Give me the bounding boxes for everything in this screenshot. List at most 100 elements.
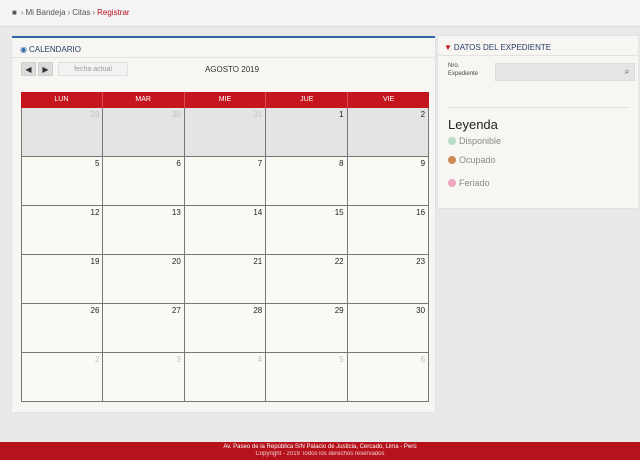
day-cell[interactable]: 30 — [346, 304, 430, 352]
week-row: 12 13 14 15 16 — [21, 206, 430, 255]
day-cell[interactable]: 7 — [183, 157, 266, 205]
day-number: 5 — [94, 159, 100, 168]
day-number: 3 — [176, 355, 181, 364]
legend-label: Ocupado — [459, 155, 496, 165]
calendar-grid: LUN MAR MIE JUE VIE 29 30 31 1 2 5 6 7 8… — [21, 92, 430, 402]
day-number: 13 — [171, 208, 181, 217]
day-cell[interactable]: 4 — [183, 353, 266, 401]
legend-label: Feriado — [459, 178, 490, 188]
next-month-button[interactable]: ▶ — [38, 62, 53, 76]
day-cell[interactable]: 5 — [265, 353, 347, 401]
breadcrumb-separator: › — [92, 8, 96, 17]
breadcrumb-separator: › — [67, 8, 71, 17]
breadcrumb-separator: › — [20, 8, 24, 17]
calendar-title: CALENDARIO — [28, 45, 81, 54]
day-cell[interactable]: 14 — [183, 206, 266, 254]
day-cell[interactable]: 26 — [21, 304, 103, 352]
day-cell[interactable]: 19 — [21, 255, 103, 303]
legend-item-feriado: Feriado — [448, 178, 490, 188]
expediente-number-input[interactable]: ⌕ — [495, 63, 635, 81]
week-row: 19 20 21 22 23 — [21, 255, 430, 304]
expediente-title: DATOS DEL EXPEDIENTE — [453, 43, 552, 52]
weekday-fri: VIE — [382, 96, 395, 103]
day-cell[interactable]: 12 — [21, 206, 103, 254]
day-cell[interactable]: 15 — [265, 206, 347, 254]
weekday-mon: LUN — [21, 92, 103, 108]
available-dot-icon — [448, 137, 456, 145]
day-cell[interactable]: 5 — [21, 157, 103, 205]
day-cell[interactable]: 21 — [183, 255, 266, 303]
calendar-panel: ◉ CALENDARIO ◀ ▶ fecha actual AGOSTO 2019… — [12, 36, 435, 412]
day-cell[interactable]: 20 — [102, 255, 184, 303]
filter-icon: ▼ — [444, 43, 452, 52]
day-number: 30 — [171, 110, 181, 119]
day-number: 2 — [420, 110, 426, 119]
day-number: 22 — [334, 257, 344, 266]
day-number: 7 — [257, 159, 263, 168]
day-number: 26 — [90, 306, 100, 315]
legend-item-ocupado: Ocupado — [448, 155, 496, 165]
day-cell[interactable]: 27 — [102, 304, 184, 352]
day-number: 16 — [416, 208, 426, 217]
breadcrumb-item-citas[interactable]: Citas — [72, 8, 90, 17]
day-number: 12 — [90, 208, 100, 217]
day-number: 15 — [334, 208, 344, 217]
divider — [448, 107, 630, 108]
day-cell[interactable]: 13 — [102, 206, 184, 254]
day-cell[interactable]: 29 — [265, 304, 347, 352]
expediente-field-label-line1: Nro. — [448, 63, 460, 69]
footer-copyright: Copyright - 2019 Todos los derechos rese… — [255, 451, 385, 457]
day-number: 27 — [171, 306, 181, 315]
footer: Av. Paseo de la República S/N Palacio de… — [0, 442, 640, 460]
holiday-dot-icon — [448, 179, 456, 187]
legend-title: Leyenda — [448, 117, 498, 132]
day-number: 14 — [253, 208, 263, 217]
day-cell[interactable]: 9 — [346, 157, 430, 205]
weekday-tue: MAR — [103, 92, 185, 108]
week-row: 29 30 31 1 2 — [21, 108, 430, 157]
legend-item-disponible: Disponible — [448, 136, 501, 146]
day-cell[interactable]: 23 — [346, 255, 430, 303]
day-number: 5 — [339, 355, 344, 364]
search-icon[interactable]: ⌕ — [620, 64, 634, 80]
expediente-field-label-line2: Expediente — [448, 71, 479, 77]
day-number: 23 — [416, 257, 426, 266]
top-bar: ■ › Mi Bandeja › Citas › Registrar — [0, 0, 640, 27]
home-icon[interactable]: ■ — [12, 8, 17, 17]
day-cell[interactable]: 1 — [265, 108, 347, 156]
day-cell[interactable]: 29 — [21, 108, 103, 156]
day-number: 4 — [257, 355, 263, 364]
breadcrumb: ■ › Mi Bandeja › Citas › Registrar — [12, 8, 130, 17]
day-cell[interactable]: 16 — [346, 206, 430, 254]
day-cell[interactable]: 2 — [346, 108, 430, 156]
day-cell[interactable]: 2 — [21, 353, 103, 401]
weekday-wed: MIE — [185, 92, 267, 108]
calendar-icon: ◉ — [20, 45, 27, 54]
calendar-toolbar: ◀ ▶ fecha actual AGOSTO 2019 — [12, 58, 435, 82]
weekday-header-row: LUN MAR MIE JUE VIE — [21, 92, 429, 108]
day-cell[interactable]: 3 — [102, 353, 184, 401]
day-cell[interactable]: 30 — [102, 108, 184, 156]
month-label: AGOSTO 2019 — [204, 65, 260, 74]
breadcrumb-item-mi-bandeja[interactable]: Mi Bandeja — [26, 8, 66, 17]
day-cell[interactable]: 6 — [346, 353, 430, 401]
day-cell[interactable]: 22 — [265, 255, 347, 303]
day-number: 20 — [171, 257, 181, 266]
day-cell[interactable]: 28 — [183, 304, 266, 352]
day-number: 28 — [253, 306, 263, 315]
day-number: 21 — [253, 257, 263, 266]
today-button[interactable]: fecha actual — [58, 62, 128, 76]
week-row: 2 3 4 5 6 — [21, 353, 430, 402]
day-cell[interactable]: 31 — [183, 108, 266, 156]
day-cell[interactable]: 8 — [265, 157, 347, 205]
day-cell[interactable]: 6 — [102, 157, 184, 205]
prev-month-button[interactable]: ◀ — [21, 62, 36, 76]
day-number: 19 — [90, 257, 100, 266]
expediente-panel-header: ▼ DATOS DEL EXPEDIENTE — [438, 36, 638, 56]
day-number: 29 — [90, 110, 100, 119]
day-number: 31 — [253, 110, 263, 119]
day-number: 6 — [176, 159, 181, 168]
day-number: 2 — [94, 355, 100, 364]
expediente-panel: ▼ DATOS DEL EXPEDIENTE Nro. Expediente ⌕ … — [438, 36, 638, 208]
calendar-panel-header: ◉ CALENDARIO — [12, 38, 435, 58]
